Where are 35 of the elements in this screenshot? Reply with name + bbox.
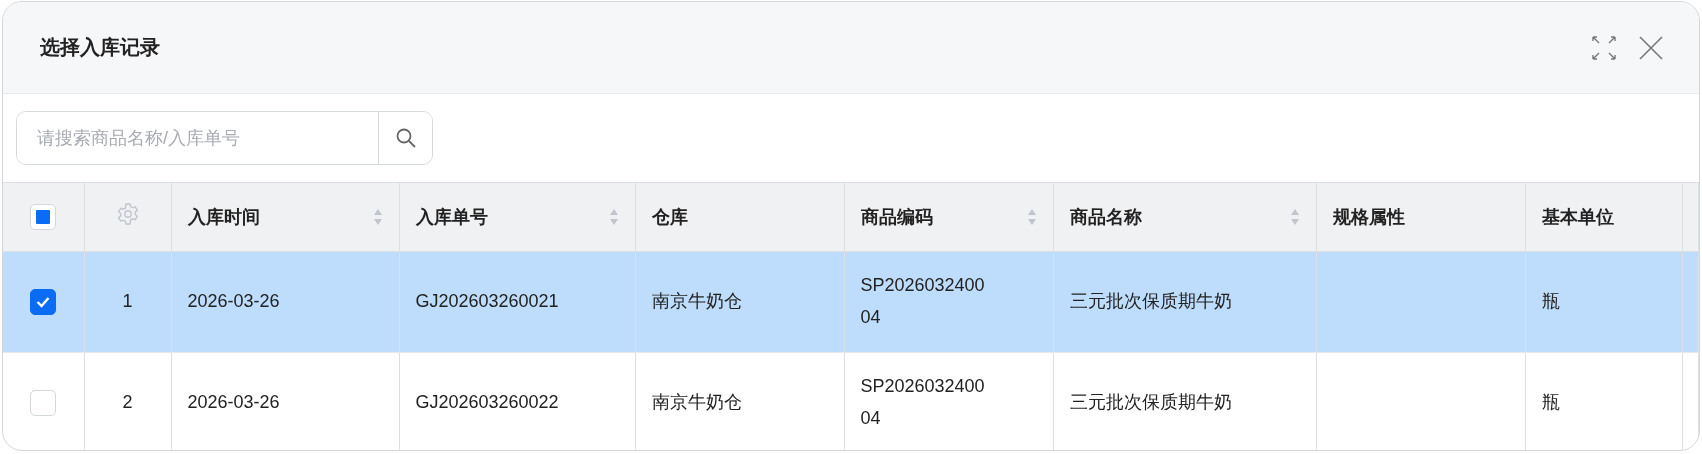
close-icon[interactable]	[1639, 35, 1663, 60]
gear-icon[interactable]	[115, 202, 140, 227]
table-cell-text: SP2026032400 04	[860, 375, 985, 430]
dialog-title: 选择入库记录	[40, 35, 160, 60]
table-cell-text: SP2026032400 04	[860, 274, 985, 329]
column-header: 入库单号	[415, 205, 488, 229]
check-icon	[36, 295, 51, 308]
table-cell-text: 瓶	[1541, 390, 1560, 414]
table-cell-text: 2026-03-26	[187, 390, 280, 414]
column-header: 基本单位	[1541, 205, 1614, 229]
sort-icon[interactable]	[1026, 207, 1037, 226]
table-cell-text: 瓶	[1541, 289, 1560, 313]
table-cell-text: GJ202603260021	[415, 289, 559, 313]
table-cell-text: 三元批次保质期牛奶	[1069, 289, 1232, 313]
table-cell-text: 2026-03-26	[187, 289, 280, 313]
table-cell-text: 南京牛奶仓	[651, 390, 742, 414]
table-cell-text: 南京牛奶仓	[651, 289, 742, 313]
column-header: 商品编码	[860, 205, 933, 229]
sort-icon[interactable]	[608, 207, 619, 226]
column-header: 规格属性	[1332, 205, 1405, 229]
row-number: 1	[122, 291, 133, 311]
search-icon	[394, 127, 417, 149]
table-cell-text: GJ202603260022	[415, 390, 559, 414]
sort-icon[interactable]	[1289, 207, 1300, 226]
search-button[interactable]	[378, 112, 432, 164]
column-header: 商品名称	[1069, 205, 1142, 229]
table-cell-text: 三元批次保质期牛奶	[1069, 390, 1232, 414]
select-all-checkbox[interactable]	[30, 203, 57, 230]
search-field[interactable]: 请搜索商品名称/入库单号	[16, 111, 433, 165]
row-number: 2	[122, 392, 133, 412]
sort-icon[interactable]	[372, 207, 383, 226]
fullscreen-icon[interactable]	[1591, 34, 1617, 61]
column-header: 仓库	[651, 205, 688, 229]
row-checkbox[interactable]	[30, 288, 57, 315]
column-header: 入库时间	[187, 205, 260, 229]
